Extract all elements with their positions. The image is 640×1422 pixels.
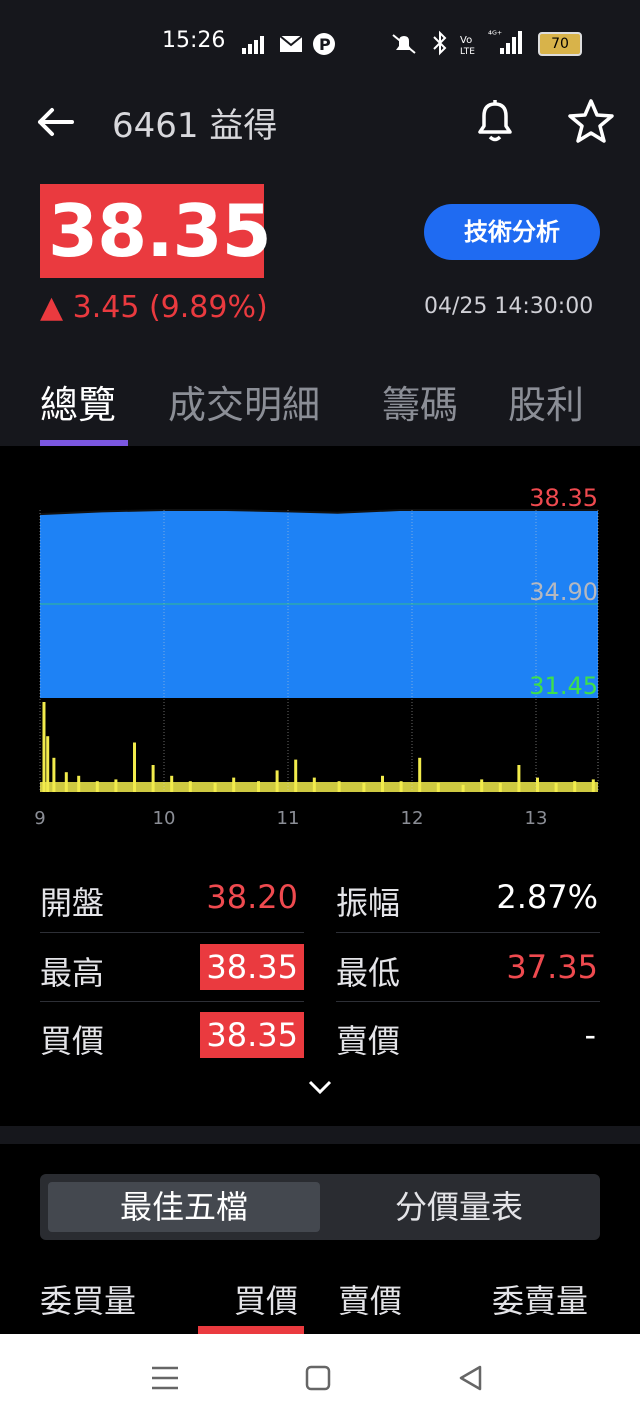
x-tick-label: 11	[277, 808, 300, 829]
segment-price-volume[interactable]: 分價量表	[324, 1182, 594, 1232]
bid-price-bar	[198, 1326, 304, 1334]
mute-icon	[392, 34, 416, 54]
tab-chips[interactable]: 籌碼	[382, 374, 458, 429]
x-tick-label: 9	[34, 808, 45, 829]
low-value: 37.35	[506, 948, 598, 986]
bluetooth-icon	[433, 30, 447, 56]
battery-icon: 70	[538, 32, 582, 56]
y-tick-label: 38.35	[529, 484, 598, 512]
star-icon[interactable]	[566, 96, 616, 146]
amplitude-label: 振幅	[336, 884, 401, 922]
svg-text:⁴ᴳ⁺: ⁴ᴳ⁺	[488, 30, 502, 41]
amplitude-value: 2.87%	[496, 878, 598, 916]
tab-overview[interactable]: 總覽	[40, 374, 116, 429]
divider	[40, 1001, 304, 1002]
parking-icon: P	[313, 33, 335, 55]
svg-text:Vo: Vo	[460, 35, 472, 46]
x-tick-label: 10	[153, 808, 176, 829]
y-tick-label: 31.45	[529, 672, 598, 700]
bid-label: 買價	[40, 1022, 105, 1060]
ask-label: 賣價	[336, 1022, 401, 1060]
col-ask-volume: 委賣量	[492, 1282, 589, 1320]
bid-value: 38.35	[200, 1012, 304, 1058]
current-price: 38.35	[48, 189, 272, 273]
volte-icon: VoLTE	[460, 35, 475, 56]
section-divider	[0, 1126, 640, 1144]
x-tick-label: 13	[525, 808, 548, 829]
4g-signal-icon: ⁴ᴳ⁺	[488, 30, 522, 54]
menu-icon[interactable]	[150, 1364, 180, 1392]
intraday-chart[interactable]: 38.35 34.90 31.45 9 10 11 12 13	[0, 480, 640, 830]
tab-dividend[interactable]: 股利	[508, 374, 584, 429]
chevron-down-icon[interactable]	[304, 1076, 336, 1100]
divider	[336, 932, 600, 933]
low-label: 最低	[336, 954, 401, 992]
tab-trade-details[interactable]: 成交明細	[168, 374, 320, 429]
svg-text:P: P	[319, 35, 331, 54]
col-bid-price: 買價	[234, 1282, 299, 1320]
status-time: 15:26	[162, 28, 226, 53]
back-arrow-icon[interactable]	[34, 100, 78, 144]
back-nav-icon[interactable]	[456, 1364, 486, 1392]
quote-timestamp: 04/25 14:30:00	[424, 294, 594, 319]
x-tick-label: 12	[401, 808, 424, 829]
signal-icon	[242, 36, 264, 54]
y-tick-label: 34.90	[529, 578, 598, 606]
segment-best-five[interactable]: 最佳五檔	[48, 1182, 320, 1232]
mail-icon	[280, 36, 302, 52]
col-ask-price: 賣價	[338, 1282, 403, 1320]
high-label: 最高	[40, 954, 105, 992]
volume-baseline	[40, 782, 598, 792]
technical-analysis-button[interactable]: 技術分析	[424, 204, 600, 260]
stock-title: 6461 益得	[112, 106, 278, 146]
bell-icon[interactable]	[470, 96, 520, 146]
high-value: 38.35	[200, 944, 304, 990]
home-icon[interactable]	[304, 1364, 332, 1392]
volume-bar	[42, 702, 46, 792]
open-value: 38.20	[206, 878, 298, 916]
open-label: 開盤	[40, 884, 105, 922]
divider	[40, 932, 304, 933]
col-bid-volume: 委買量	[40, 1282, 137, 1320]
svg-text:LTE: LTE	[460, 47, 475, 56]
ask-value: -	[584, 1016, 596, 1054]
price-change: ▲ 3.45 (9.89%)	[40, 290, 268, 325]
divider	[336, 1001, 600, 1002]
